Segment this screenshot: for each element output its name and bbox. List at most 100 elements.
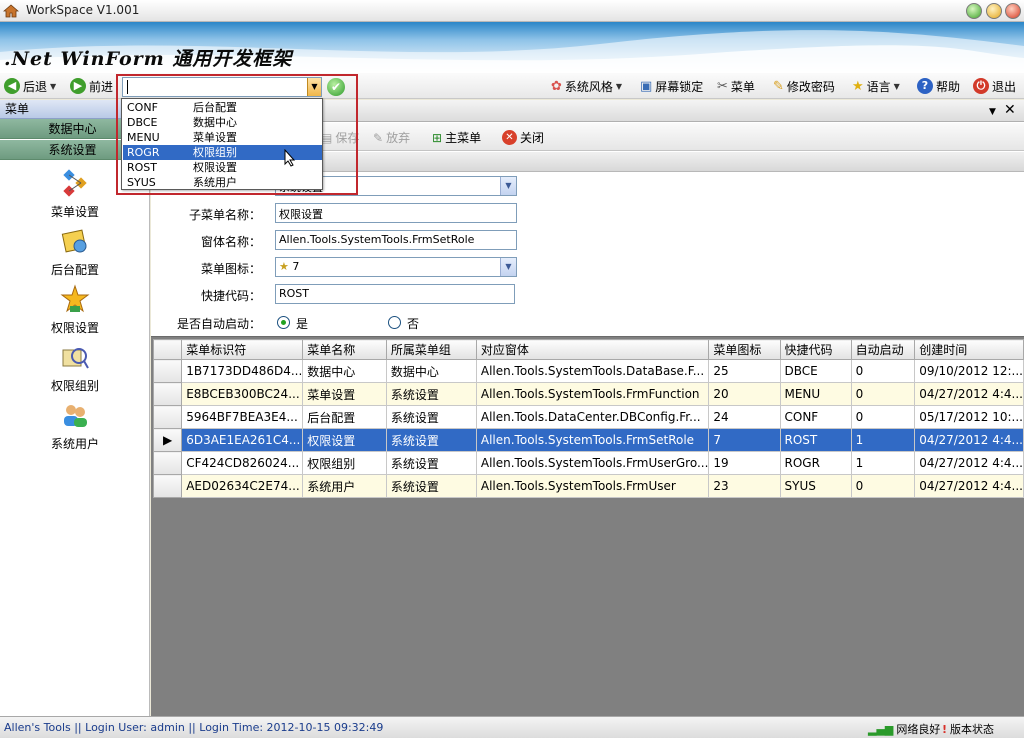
grid-cell[interactable]: MENU	[779, 382, 852, 406]
exit-button[interactable]: ⏻ 退出	[973, 77, 1016, 95]
minimize-button[interactable]	[966, 3, 982, 19]
autostart-no-radio[interactable]	[388, 316, 401, 329]
grid-cell[interactable]: 数据中心	[302, 359, 387, 383]
close-button[interactable]: ✕ 关闭	[502, 129, 544, 146]
grid-cell[interactable]: Allen.Tools.DataCenter.DBConfig.Fr...	[475, 405, 710, 429]
grid-cell[interactable]: Allen.Tools.SystemTools.FrmUser	[475, 474, 710, 498]
grid-cell[interactable]: 1	[850, 428, 916, 452]
grid-cell[interactable]: CF424CD826024...	[181, 451, 304, 475]
grid-cell[interactable]: 0	[850, 382, 916, 406]
column-header[interactable]: 菜单图标	[708, 339, 781, 360]
column-header[interactable]: 所属菜单组	[385, 339, 477, 360]
change-password-button[interactable]: ✎ 修改密码	[773, 77, 835, 95]
discard-button[interactable]: ✎ 放弃	[373, 129, 410, 146]
back-dropdown-icon[interactable]: ▼	[50, 82, 56, 91]
grid-cell[interactable]: ROST	[779, 428, 852, 452]
tab-list-dropdown-icon[interactable]: ▼	[989, 107, 996, 117]
grid-cell[interactable]: Allen.Tools.SystemTools.FrmFunction	[475, 382, 710, 406]
column-header[interactable]: 快捷代码	[779, 339, 852, 360]
close-window-button[interactable]	[1005, 3, 1021, 19]
grid-cell[interactable]: Allen.Tools.SystemTools.DataBase.F...	[475, 359, 710, 383]
nav-item-menu-settings[interactable]: 菜单设置	[20, 168, 130, 220]
grid-cell[interactable]: 25	[708, 359, 781, 383]
grid-cell[interactable]: 1	[850, 451, 916, 475]
row-pointer-icon[interactable]: ▶	[152, 428, 183, 452]
table-row[interactable]: 5964BF7BEA3E4... 后台配置 系统设置 Allen.Tools.Data…	[152, 405, 1024, 429]
grid-cell[interactable]: 0	[850, 405, 916, 429]
grid-cell[interactable]: 权限设置	[302, 428, 387, 452]
grid-cell[interactable]: CONF	[779, 405, 852, 429]
grid-cell[interactable]: 04/27/2012 4:4...	[914, 428, 1024, 452]
chevron-down-icon[interactable]: ▼	[500, 177, 516, 195]
grid-cell[interactable]: 系统设置	[385, 474, 477, 498]
column-header[interactable]: 菜单标识符	[181, 339, 304, 360]
menu-icon-combobox[interactable]: ★ 7 ▼	[275, 257, 517, 277]
row-header[interactable]	[152, 382, 183, 406]
menu-button[interactable]: ✂ 菜单	[717, 77, 755, 95]
grid-cell[interactable]: 0	[850, 474, 916, 498]
grid-cell[interactable]: 菜单设置	[302, 382, 387, 406]
table-row-selected[interactable]: ▶ 6D3AE1EA261C4... 权限设置 系统设置 Allen.Tools.Sy…	[152, 428, 1024, 452]
grid-cell[interactable]: 7	[708, 428, 781, 452]
grid-cell[interactable]: 04/27/2012 4:4...	[914, 451, 1024, 475]
back-button[interactable]: ◀ 后退 ▼	[4, 77, 56, 95]
help-button[interactable]: ? 帮助	[917, 77, 960, 95]
maximize-button[interactable]	[986, 3, 1002, 19]
autostart-yes-radio[interactable]	[277, 316, 290, 329]
nav-item-backend-config[interactable]: 后台配置	[20, 226, 130, 278]
column-header[interactable]: 创建时间	[914, 339, 1024, 360]
grid-cell[interactable]: 权限组别	[302, 451, 387, 475]
nav-item-permission-settings[interactable]: 权限设置	[20, 284, 130, 336]
grid-cell[interactable]: ROGR	[779, 451, 852, 475]
grid-cell[interactable]: 系统设置	[385, 405, 477, 429]
grid-cell[interactable]: 24	[708, 405, 781, 429]
window-name-field[interactable]: Allen.Tools.SystemTools.FrmSetRole	[275, 230, 517, 250]
grid-cell[interactable]: 1B7173DD486D4...	[181, 359, 304, 383]
row-header[interactable]	[152, 405, 183, 429]
shortcut-code-field[interactable]: ROST	[275, 284, 515, 304]
grid-cell[interactable]: 19	[708, 451, 781, 475]
grid-cell[interactable]: Allen.Tools.SystemTools.FrmSetRole	[475, 428, 710, 452]
table-row[interactable]: AED02634C2E74... 系统用户 系统设置 Allen.Tools.Syst…	[152, 474, 1024, 498]
grid-cell[interactable]: 后台配置	[302, 405, 387, 429]
table-row[interactable]: CF424CD826024... 权限组别 系统设置 Allen.Tools.Syst…	[152, 451, 1024, 475]
row-header[interactable]	[152, 359, 183, 383]
grid-cell[interactable]: SYUS	[779, 474, 852, 498]
chevron-down-icon[interactable]: ▼	[500, 258, 516, 276]
row-header[interactable]	[152, 474, 183, 498]
column-header[interactable]: 菜单名称	[302, 339, 387, 360]
column-header[interactable]: 自动启动	[850, 339, 916, 360]
grid-cell[interactable]: 09/10/2012 12:...	[914, 359, 1024, 383]
row-header[interactable]	[152, 451, 183, 475]
submenu-name-field[interactable]: 权限设置	[275, 203, 517, 223]
grid-cell[interactable]: 系统设置	[385, 428, 477, 452]
grid-cell[interactable]: 系统设置	[385, 451, 477, 475]
grid-cell[interactable]: E8BCEB300BC24...	[181, 382, 304, 406]
grid-cell[interactable]: Allen.Tools.SystemTools.FrmUserGro...	[475, 451, 710, 475]
grid-cell[interactable]: 系统设置	[385, 382, 477, 406]
language-button[interactable]: ★ 语言 ▼	[852, 77, 900, 95]
grid-cell[interactable]: 系统用户	[302, 474, 387, 498]
grid-cell[interactable]: 04/27/2012 4:4...	[914, 474, 1024, 498]
close-tab-icon[interactable]: ✕	[1004, 102, 1016, 118]
grid-cell[interactable]: AED02634C2E74...	[181, 474, 304, 498]
grid-cell[interactable]: 5964BF7BEA3E4...	[181, 405, 304, 429]
main-menu-button[interactable]: ⊞ 主菜单	[432, 129, 481, 146]
grid-cell[interactable]: 数据中心	[385, 359, 477, 383]
lock-screen-button[interactable]: ▣ 屏幕锁定	[640, 77, 703, 95]
grid-cell[interactable]: DBCE	[779, 359, 852, 383]
grid-cell[interactable]: 0	[850, 359, 916, 383]
system-style-button[interactable]: ✿ 系统风格 ▼	[551, 77, 622, 95]
grid-cell[interactable]: 6D3AE1EA261C4...	[181, 428, 304, 452]
forward-button[interactable]: ▶ 前进	[70, 77, 113, 95]
grid-cell[interactable]: 05/17/2012 10:...	[914, 405, 1024, 429]
nav-item-permission-groups[interactable]: 权限组别	[20, 342, 130, 394]
table-row[interactable]: 1B7173DD486D4... 数据中心 数据中心 Allen.Tools.Syst…	[152, 359, 1024, 383]
grid-cell[interactable]: 23	[708, 474, 781, 498]
close-icon: ✕	[502, 130, 517, 145]
grid-cell[interactable]: 04/27/2012 4:4...	[914, 382, 1024, 406]
nav-item-system-users[interactable]: 系统用户	[20, 400, 130, 452]
grid-cell[interactable]: 20	[708, 382, 781, 406]
table-row[interactable]: E8BCEB300BC24... 菜单设置 系统设置 Allen.Tools.Syst…	[152, 382, 1024, 406]
column-header[interactable]: 对应窗体	[475, 339, 710, 360]
